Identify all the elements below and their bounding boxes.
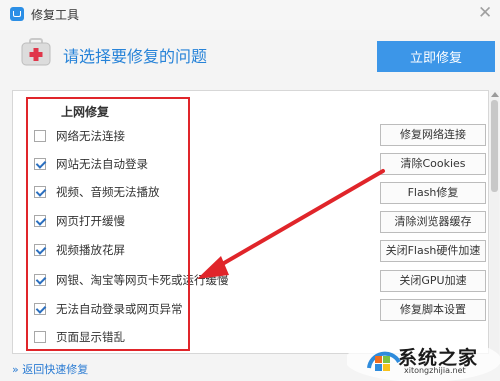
watermark-url: xitongzhijia.net <box>404 366 466 375</box>
repair-now-button[interactable]: 立即修复 <box>377 41 495 72</box>
page-question: 请选择要修复的问题 <box>63 47 208 66</box>
scroll-up-arrow-icon[interactable] <box>491 92 499 97</box>
first-aid-kit-icon <box>21 38 51 66</box>
back-label: 返回快速修复 <box>22 363 89 376</box>
toolbox-icon <box>10 7 24 21</box>
flash-repair-button[interactable]: Flash修复 <box>380 182 486 204</box>
disable-gpu-accel-button[interactable]: 关闭GPU加速 <box>380 270 486 292</box>
double-chevron-icon: » <box>12 363 19 376</box>
window-title: 修复工具 <box>31 8 80 22</box>
clear-cache-button[interactable]: 清除浏览器缓存 <box>380 211 486 233</box>
fix-network-button[interactable]: 修复网络连接 <box>380 124 486 146</box>
clear-cookies-button[interactable]: 清除Cookies <box>380 153 486 175</box>
scrollbar[interactable] <box>490 90 499 354</box>
back-link[interactable]: » 返回快速修复 <box>12 361 88 377</box>
scroll-thumb[interactable] <box>491 100 498 192</box>
title-bar: 修复工具 ✕ <box>0 0 500 30</box>
disable-flash-accel-button[interactable]: 关闭Flash硬件加速 <box>380 240 486 262</box>
fix-script-settings-button[interactable]: 修复脚本设置 <box>380 299 486 321</box>
annotation-highlight-box <box>26 97 190 351</box>
close-icon[interactable]: ✕ <box>478 3 492 23</box>
